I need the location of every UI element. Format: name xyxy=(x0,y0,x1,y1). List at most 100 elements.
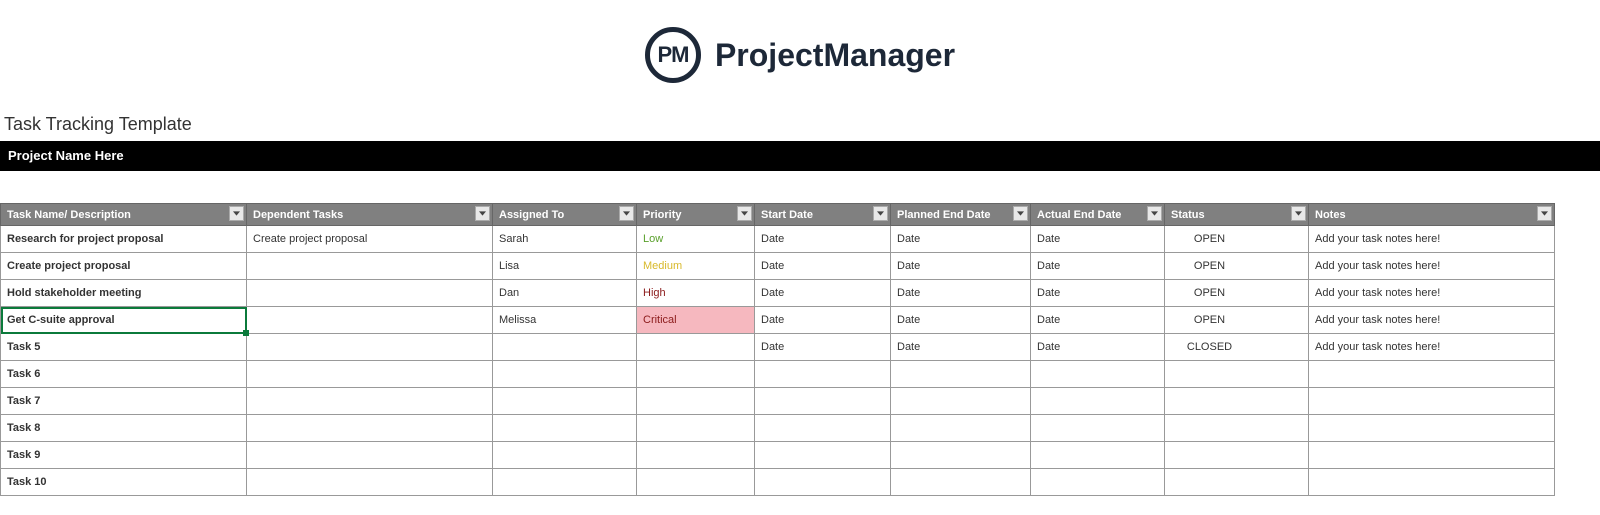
cell-status[interactable] xyxy=(1165,442,1309,469)
cell-task-name[interactable]: Task 7 xyxy=(1,388,247,415)
cell-start-date[interactable]: Date xyxy=(755,253,891,280)
cell-priority[interactable] xyxy=(637,388,755,415)
filter-dropdown-icon[interactable] xyxy=(475,206,490,221)
cell-status[interactable]: OPEN xyxy=(1165,226,1309,253)
cell-actual-end[interactable] xyxy=(1031,415,1165,442)
cell-assigned[interactable]: Lisa xyxy=(493,253,637,280)
cell-task-name[interactable]: Task 10 xyxy=(1,469,247,496)
cell-start-date[interactable] xyxy=(755,361,891,388)
cell-task-name[interactable]: Research for project proposal xyxy=(1,226,247,253)
cell-priority[interactable] xyxy=(637,442,755,469)
cell-notes[interactable]: Add your task notes here! xyxy=(1309,334,1555,361)
cell-dependent[interactable] xyxy=(247,280,493,307)
cell-start-date[interactable]: Date xyxy=(755,226,891,253)
cell-notes[interactable] xyxy=(1309,442,1555,469)
cell-task-name[interactable]: Get C-suite approval xyxy=(1,307,247,334)
cell-planned-end[interactable] xyxy=(891,442,1031,469)
cell-dependent[interactable] xyxy=(247,361,493,388)
cell-assigned[interactable] xyxy=(493,442,637,469)
cell-assigned[interactable] xyxy=(493,469,637,496)
cell-priority[interactable]: High xyxy=(637,280,755,307)
cell-assigned[interactable] xyxy=(493,388,637,415)
cell-notes[interactable] xyxy=(1309,415,1555,442)
cell-dependent[interactable] xyxy=(247,442,493,469)
column-header[interactable]: Planned End Date xyxy=(891,204,1031,226)
cell-planned-end[interactable] xyxy=(891,469,1031,496)
cell-dependent[interactable] xyxy=(247,307,493,334)
cell-dependent[interactable] xyxy=(247,469,493,496)
cell-notes[interactable]: Add your task notes here! xyxy=(1309,253,1555,280)
cell-task-name[interactable]: Task 5 xyxy=(1,334,247,361)
cell-planned-end[interactable]: Date xyxy=(891,334,1031,361)
cell-priority[interactable] xyxy=(637,415,755,442)
cell-dependent[interactable]: Create project proposal xyxy=(247,226,493,253)
filter-dropdown-icon[interactable] xyxy=(1147,206,1162,221)
cell-notes[interactable] xyxy=(1309,469,1555,496)
cell-task-name[interactable]: Task 6 xyxy=(1,361,247,388)
cell-assigned[interactable] xyxy=(493,415,637,442)
cell-status[interactable] xyxy=(1165,388,1309,415)
cell-start-date[interactable] xyxy=(755,415,891,442)
cell-start-date[interactable] xyxy=(755,442,891,469)
cell-start-date[interactable] xyxy=(755,469,891,496)
cell-planned-end[interactable]: Date xyxy=(891,280,1031,307)
cell-start-date[interactable] xyxy=(755,388,891,415)
filter-dropdown-icon[interactable] xyxy=(737,206,752,221)
cell-status[interactable]: CLOSED xyxy=(1165,334,1309,361)
cell-actual-end[interactable]: Date xyxy=(1031,280,1165,307)
cell-actual-end[interactable] xyxy=(1031,388,1165,415)
cell-actual-end[interactable] xyxy=(1031,442,1165,469)
filter-dropdown-icon[interactable] xyxy=(1537,206,1552,221)
cell-start-date[interactable]: Date xyxy=(755,334,891,361)
cell-status[interactable]: OPEN xyxy=(1165,307,1309,334)
cell-status[interactable]: OPEN xyxy=(1165,280,1309,307)
cell-start-date[interactable]: Date xyxy=(755,307,891,334)
filter-dropdown-icon[interactable] xyxy=(619,206,634,221)
filter-dropdown-icon[interactable] xyxy=(229,206,244,221)
cell-status[interactable] xyxy=(1165,361,1309,388)
column-header[interactable]: Task Name/ Description xyxy=(1,204,247,226)
cell-priority[interactable]: Low xyxy=(637,226,755,253)
cell-task-name[interactable]: Hold stakeholder meeting xyxy=(1,280,247,307)
cell-planned-end[interactable] xyxy=(891,415,1031,442)
cell-status[interactable] xyxy=(1165,415,1309,442)
cell-start-date[interactable]: Date xyxy=(755,280,891,307)
cell-assigned[interactable]: Dan xyxy=(493,280,637,307)
column-header[interactable]: Start Date xyxy=(755,204,891,226)
cell-task-name[interactable]: Task 8 xyxy=(1,415,247,442)
cell-dependent[interactable] xyxy=(247,334,493,361)
column-header[interactable]: Dependent Tasks xyxy=(247,204,493,226)
cell-priority[interactable] xyxy=(637,361,755,388)
filter-dropdown-icon[interactable] xyxy=(873,206,888,221)
cell-planned-end[interactable]: Date xyxy=(891,226,1031,253)
cell-planned-end[interactable]: Date xyxy=(891,307,1031,334)
cell-notes[interactable]: Add your task notes here! xyxy=(1309,280,1555,307)
cell-status[interactable]: OPEN xyxy=(1165,253,1309,280)
cell-actual-end[interactable]: Date xyxy=(1031,334,1165,361)
cell-planned-end[interactable] xyxy=(891,361,1031,388)
column-header[interactable]: Actual End Date xyxy=(1031,204,1165,226)
cell-actual-end[interactable]: Date xyxy=(1031,226,1165,253)
cell-priority[interactable]: Medium xyxy=(637,253,755,280)
cell-dependent[interactable] xyxy=(247,415,493,442)
cell-dependent[interactable] xyxy=(247,253,493,280)
column-header[interactable]: Assigned To xyxy=(493,204,637,226)
cell-actual-end[interactable]: Date xyxy=(1031,307,1165,334)
cell-assigned[interactable] xyxy=(493,361,637,388)
cell-planned-end[interactable]: Date xyxy=(891,253,1031,280)
column-header[interactable]: Status xyxy=(1165,204,1309,226)
cell-notes[interactable]: Add your task notes here! xyxy=(1309,226,1555,253)
cell-planned-end[interactable] xyxy=(891,388,1031,415)
column-header[interactable]: Notes xyxy=(1309,204,1555,226)
cell-priority[interactable] xyxy=(637,469,755,496)
cell-notes[interactable] xyxy=(1309,361,1555,388)
cell-assigned[interactable]: Melissa xyxy=(493,307,637,334)
cell-actual-end[interactable] xyxy=(1031,469,1165,496)
cell-actual-end[interactable]: Date xyxy=(1031,253,1165,280)
cell-assigned[interactable]: Sarah xyxy=(493,226,637,253)
cell-dependent[interactable] xyxy=(247,388,493,415)
cell-actual-end[interactable] xyxy=(1031,361,1165,388)
cell-priority[interactable]: Critical xyxy=(637,307,755,334)
cell-priority[interactable] xyxy=(637,334,755,361)
cell-notes[interactable]: Add your task notes here! xyxy=(1309,307,1555,334)
